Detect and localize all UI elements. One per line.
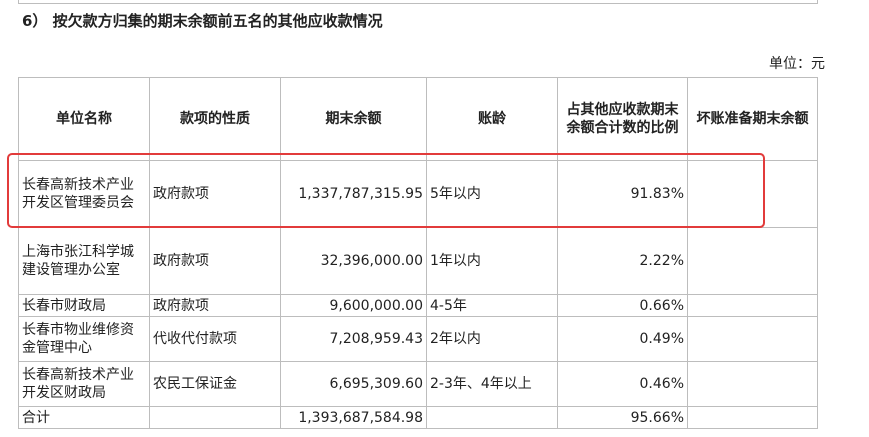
header-ratio: 占其他应收款期末余额合计数的比例: [557, 77, 688, 161]
total-label: 合计: [18, 406, 150, 429]
cell-bad-debt: [687, 316, 818, 362]
cell-name: 长春高新技术产业开发区财政局: [18, 361, 150, 407]
section-title: 6） 按欠款方归集的期末余额前五名的其他应收款情况: [22, 12, 383, 30]
receivables-table: 单位名称 款项的性质 期末余额 账龄 占其他应收款期末余额合计数的比例 坏账准备…: [18, 77, 818, 429]
table-row: 上海市张江科学城建设管理办公室 政府款项 32,396,000.00 1年以内 …: [18, 227, 818, 295]
cell-balance: 32,396,000.00: [280, 227, 427, 295]
table-header-row: 单位名称 款项的性质 期末余额 账龄 占其他应收款期末余额合计数的比例 坏账准备…: [18, 77, 818, 161]
cell-aging: 4-5年: [426, 294, 558, 317]
cell-nature: 政府款项: [149, 294, 281, 317]
cell-ratio: 0.66%: [557, 294, 688, 317]
total-balance: 1,393,687,584.98: [280, 406, 427, 429]
cell-balance: 9,600,000.00: [280, 294, 427, 317]
cell-aging: 5年以内: [426, 160, 558, 228]
header-nature: 款项的性质: [149, 77, 281, 161]
cell-balance: 6,695,309.60: [280, 361, 427, 407]
table-row: 长春市物业维修资金管理中心 代收代付款项 7,208,959.43 2年以内 0…: [18, 316, 818, 362]
cell-ratio: 0.46%: [557, 361, 688, 407]
cell-aging: 1年以内: [426, 227, 558, 295]
cell-nature: 政府款项: [149, 227, 281, 295]
cell-aging: 2年以内: [426, 316, 558, 362]
table-row: 长春市财政局 政府款项 9,600,000.00 4-5年 0.66%: [18, 294, 818, 317]
cell-name: 长春市财政局: [18, 294, 150, 317]
previous-table-edge: [18, 0, 818, 4]
cell-balance: 7,208,959.43: [280, 316, 427, 362]
table-row: 长春高新技术产业开发区财政局 农民工保证金 6,695,309.60 2-3年、…: [18, 361, 818, 407]
cell-nature: 政府款项: [149, 160, 281, 228]
cell-bad-debt: [687, 294, 818, 317]
cell-ratio: 0.49%: [557, 316, 688, 362]
header-unit-name: 单位名称: [18, 77, 150, 161]
cell-name: 长春市物业维修资金管理中心: [18, 316, 150, 362]
cell-ratio: 2.22%: [557, 227, 688, 295]
header-bad-debt: 坏账准备期末余额: [687, 77, 818, 161]
total-aging-empty: [426, 406, 558, 429]
cell-bad-debt: [687, 361, 818, 407]
cell-aging: 2-3年、4年以上: [426, 361, 558, 407]
cell-name: 长春高新技术产业开发区管理委员会: [18, 160, 150, 228]
cell-nature: 农民工保证金: [149, 361, 281, 407]
cell-bad-debt: [687, 227, 818, 295]
header-balance: 期末余额: [280, 77, 427, 161]
total-nature-empty: [149, 406, 281, 429]
table-row: 长春高新技术产业开发区管理委员会 政府款项 1,337,787,315.95 5…: [18, 160, 818, 228]
total-ratio: 95.66%: [557, 406, 688, 429]
cell-bad-debt: [687, 160, 818, 228]
cell-balance: 1,337,787,315.95: [280, 160, 427, 228]
cell-name: 上海市张江科学城建设管理办公室: [18, 227, 150, 295]
cell-nature: 代收代付款项: [149, 316, 281, 362]
unit-label: 单位：元: [769, 56, 825, 72]
total-bad-debt-empty: [687, 406, 818, 429]
cell-ratio: 91.83%: [557, 160, 688, 228]
header-aging: 账龄: [426, 77, 558, 161]
total-row: 合计 1,393,687,584.98 95.66%: [18, 406, 818, 429]
